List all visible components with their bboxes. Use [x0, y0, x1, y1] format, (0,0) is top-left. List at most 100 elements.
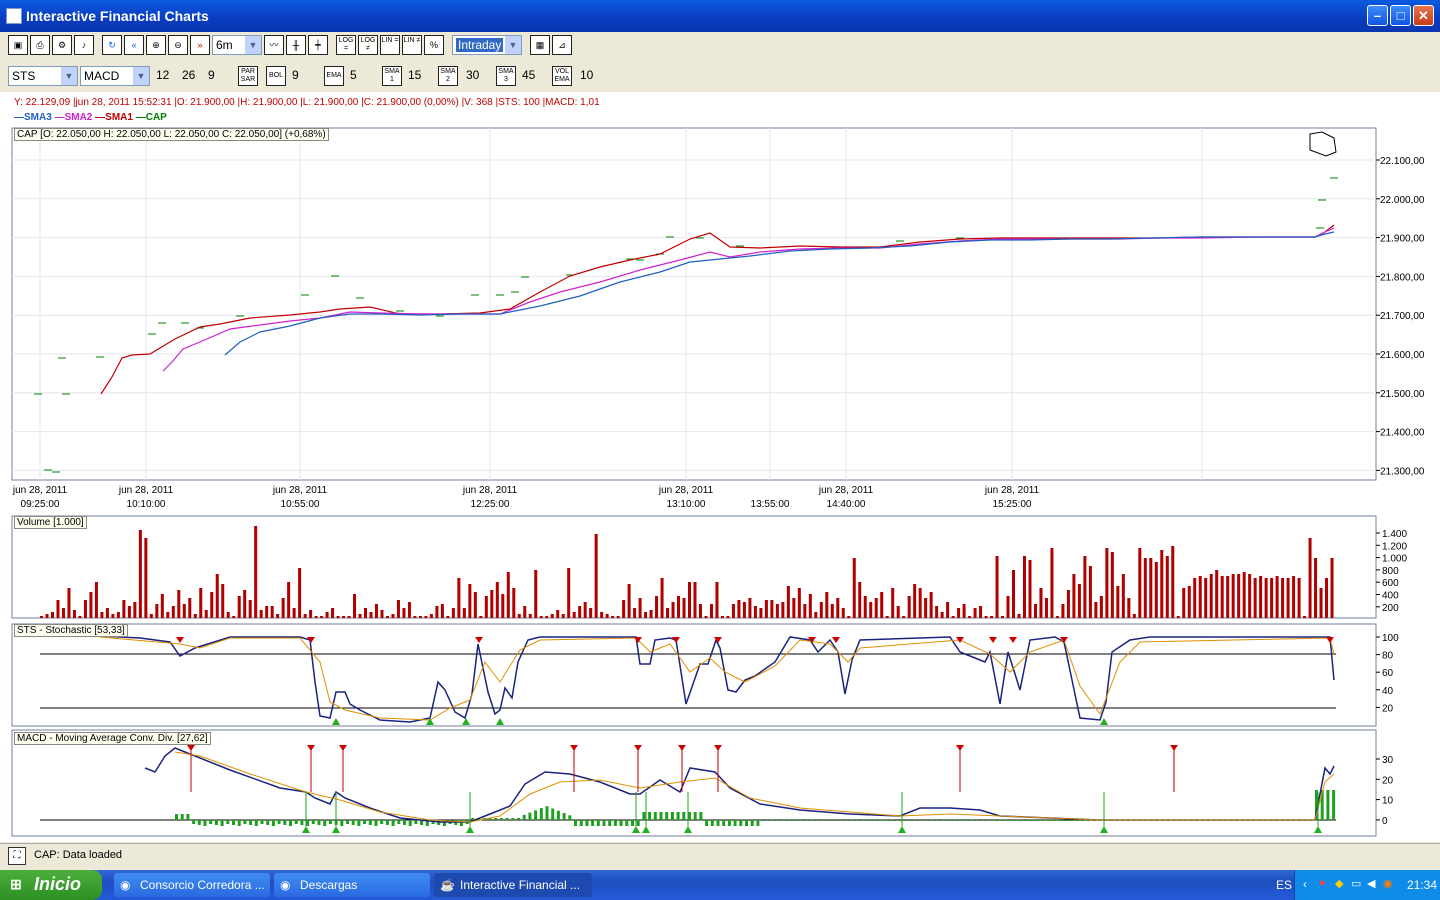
ema-button[interactable]: EMA	[324, 66, 344, 86]
sma1-label: SMA 1	[384, 68, 400, 83]
price-tick-label: 22.100,00	[1380, 156, 1425, 167]
stochastic-panel[interactable]	[11, 623, 1377, 727]
vol-ema-button[interactable]: VOL EMA	[552, 66, 572, 86]
forward-icon[interactable]: »	[190, 35, 210, 55]
volume-bar	[715, 582, 719, 618]
time-tick-date: jun 28, 2011	[462, 485, 518, 496]
macd-hist-bar	[385, 820, 389, 825]
indicator-select[interactable]: MACD ▼	[80, 66, 150, 86]
volume-bar	[127, 606, 131, 618]
log-equal-button[interactable]: LOG =	[336, 35, 356, 55]
volume-bar	[358, 614, 362, 618]
par-sar-label: PAR SAR	[240, 68, 256, 83]
macd-hist-bar	[847, 820, 851, 821]
save-icon[interactable]: ▣	[8, 35, 28, 55]
volume-bar	[501, 594, 505, 618]
volume-bar	[287, 582, 291, 618]
print-icon[interactable]: ⎙	[30, 35, 50, 55]
volume-bar	[1028, 560, 1032, 618]
volume-bar	[825, 592, 829, 618]
lin-notequal-button[interactable]: LIN ≠	[402, 35, 422, 55]
volume-bar	[775, 604, 779, 618]
price-panel[interactable]	[11, 127, 1377, 481]
sts-axis: 100 80 60 40 20	[1376, 633, 1399, 714]
sound-icon[interactable]: ♪	[74, 35, 94, 55]
macd-param-3: 9	[208, 68, 215, 82]
lin-equal-button[interactable]: LIN =	[380, 35, 400, 55]
macd-tick-label: 0	[1382, 816, 1388, 827]
log-notequal-button[interactable]: LOG ≠	[358, 35, 378, 55]
volume-bar	[1077, 584, 1081, 618]
volume-bar	[1198, 576, 1202, 618]
zoom-in-icon[interactable]: ⊕	[146, 35, 166, 55]
sma3-value: 45	[522, 68, 536, 82]
fullscreen-icon[interactable]: ⛶	[8, 847, 26, 865]
vol-ema-label: VOL EMA	[554, 68, 570, 83]
bar-chart-icon[interactable]: ╫	[286, 35, 306, 55]
start-label: Inicio	[34, 874, 82, 894]
maximize-button[interactable]: □	[1390, 5, 1411, 26]
volume-bar	[78, 616, 82, 618]
zoom-out-icon[interactable]: ⊖	[168, 35, 188, 55]
par-sar-button[interactable]: PAR SAR	[238, 66, 258, 86]
back-icon[interactable]: «	[124, 35, 144, 55]
refresh-icon[interactable]: ↻	[102, 35, 122, 55]
language-indicator[interactable]: ES	[1276, 878, 1292, 892]
network-icon[interactable]: ▭	[1351, 877, 1361, 890]
volume-bar	[819, 602, 823, 618]
percent-button[interactable]: %	[424, 35, 444, 55]
volume-bar	[1110, 552, 1114, 618]
time-tick-time: 10:10:00	[127, 499, 166, 510]
color-palette-icon[interactable]: ▦	[530, 35, 550, 55]
line-chart-icon[interactable]: 〰	[264, 35, 284, 55]
volume-bar	[133, 602, 137, 618]
vol-ema-value: 10	[580, 68, 594, 82]
macd-hist-bar	[608, 820, 612, 826]
volume-bar	[720, 616, 724, 618]
volume-axis: 1.4001.200 1.000800600 400200	[1376, 529, 1407, 614]
chart-canvas[interactable]: 22.100,00 22.000,00 21.900,00 21.800,00 21.7…	[0, 92, 1440, 842]
volume-bar	[1303, 616, 1307, 618]
symbol-select[interactable]: STS ▼	[8, 66, 78, 86]
lin-notequal-label: LIN ≠	[403, 37, 421, 44]
macd-hist-bar	[175, 814, 178, 820]
antivirus-icon[interactable]: ●	[1319, 877, 1326, 889]
volume-bar	[402, 608, 406, 618]
volume-bar	[89, 592, 93, 618]
close-button[interactable]: ✕	[1413, 5, 1434, 26]
volume-bar	[830, 604, 834, 618]
task-browser-2[interactable]: ◉ Descargas	[274, 873, 430, 897]
settings-icon[interactable]: ⚙	[52, 35, 72, 55]
macd-hist-bar	[824, 820, 828, 821]
macd-hist-bar	[933, 820, 937, 821]
sma1-button[interactable]: SMA 1	[382, 66, 402, 86]
sma2-button[interactable]: SMA 2	[438, 66, 458, 86]
minimize-button[interactable]: –	[1367, 5, 1388, 26]
macd-hist-bar	[813, 820, 817, 821]
volume-bar	[342, 616, 346, 618]
task-java-app[interactable]: ☕ Interactive Financial ...	[434, 873, 592, 897]
chevron-down-icon: ▼	[61, 67, 77, 85]
bol-button[interactable]: BOL	[266, 66, 286, 86]
volume-bar	[913, 584, 917, 618]
macd-hist-bar	[1052, 820, 1056, 821]
volume-bar	[243, 590, 247, 618]
volume-bar	[786, 586, 790, 618]
macd-hist-bar	[727, 820, 731, 826]
chart-window-icon[interactable]: ⊿	[552, 35, 572, 55]
candlestick-icon[interactable]: ┿	[308, 35, 328, 55]
shield-icon[interactable]: ◆	[1335, 877, 1343, 890]
browser-tray-icon[interactable]: ◉	[1383, 877, 1393, 890]
interval-select[interactable]: Intraday ▼	[452, 35, 522, 55]
task-browser-1[interactable]: ◉ Consorcio Corredora ...	[114, 873, 270, 897]
period-select[interactable]: 6m ▼	[212, 35, 262, 55]
volume-icon[interactable]: ◀	[1367, 877, 1375, 890]
start-button[interactable]: ⊞ Inicio	[0, 870, 102, 900]
volume-bar	[210, 592, 214, 618]
macd-hist-bar	[790, 820, 794, 821]
sma3-button[interactable]: SMA 3	[496, 66, 516, 86]
volume-bar	[836, 598, 840, 618]
tray-expand-icon[interactable]: ‹	[1303, 877, 1307, 891]
sts-tick-label: 60	[1382, 668, 1394, 679]
volume-bar	[935, 606, 939, 618]
